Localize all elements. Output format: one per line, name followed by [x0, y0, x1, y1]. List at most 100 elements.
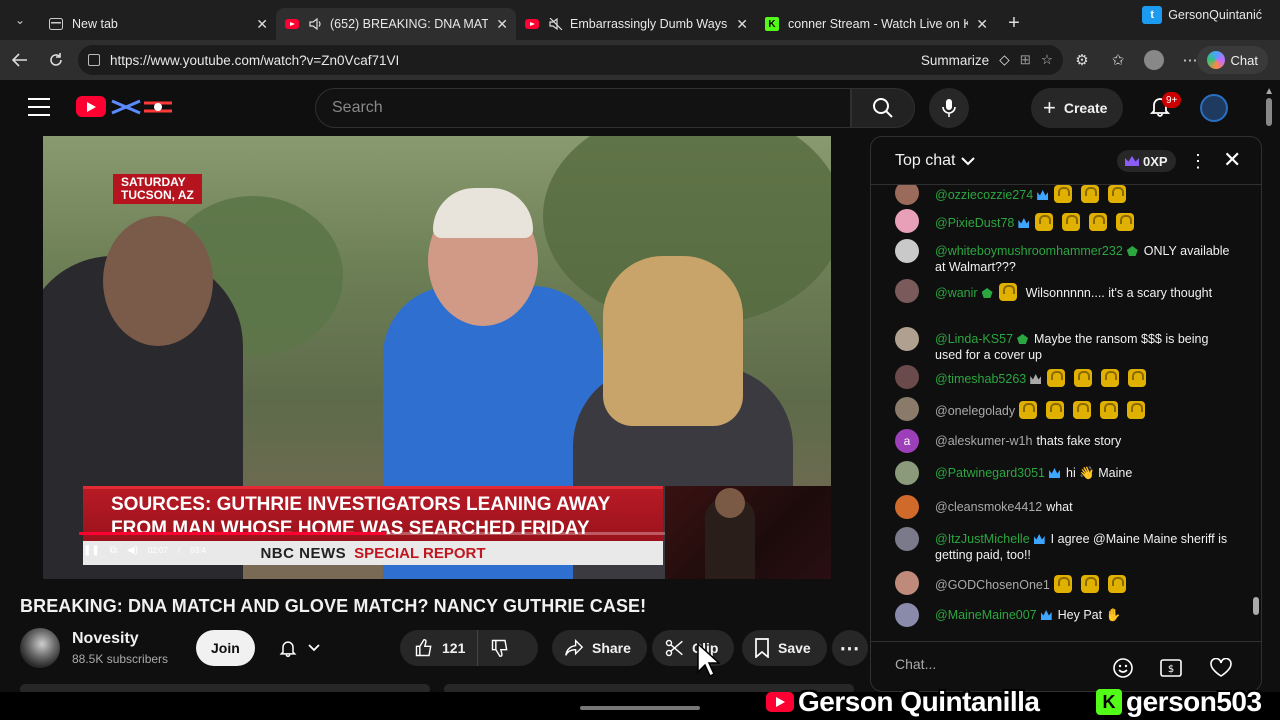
chat-user-avatar[interactable] [895, 571, 919, 595]
profile-avatar-icon[interactable] [1138, 44, 1170, 76]
channel-avatar[interactable] [20, 628, 60, 668]
favorites-icon[interactable]: ✩ [1102, 44, 1134, 76]
notification-preference-button[interactable] [270, 630, 340, 666]
close-tab-icon[interactable]: ✕ [256, 16, 268, 33]
crown-icon [1125, 156, 1139, 166]
pause-icon[interactable]: ❚❚ [83, 545, 100, 556]
close-tab-icon[interactable]: ✕ [736, 16, 748, 33]
muted-speaker-icon[interactable] [548, 16, 564, 32]
youtube-logo[interactable] [76, 96, 106, 117]
tab-title: Embarrassingly Dumb Ways P [570, 17, 729, 31]
search-input[interactable]: Search [315, 88, 851, 128]
chat-input[interactable]: Chat... [895, 656, 1105, 680]
overlay-name: Gerson Quintanilla [798, 686, 1040, 717]
youtube-doodle-logo[interactable] [110, 97, 174, 117]
close-chat-icon[interactable]: ✕ [1223, 147, 1241, 173]
copilot-chat-button[interactable]: Chat [1196, 46, 1268, 74]
thumbs-down-icon [492, 639, 508, 658]
chat-author-name[interactable]: @PixieDust78 [935, 216, 1014, 230]
chat-author-name[interactable]: @onelegolady [935, 404, 1015, 418]
super-chat-icon[interactable]: $ [1159, 656, 1183, 680]
chat-author-name[interactable]: @cleansmoke4412 [935, 500, 1042, 514]
dislike-button[interactable] [478, 638, 522, 658]
tab-youtube-active[interactable]: (652) BREAKING: DNA MATCH ✕ [276, 8, 516, 40]
chat-user-avatar[interactable] [895, 461, 919, 485]
share-button[interactable]: Share [552, 630, 647, 666]
chat-user-avatar[interactable] [895, 185, 919, 205]
plus-icon: + [1043, 95, 1056, 120]
apps-icon[interactable]: ⊞ [1020, 52, 1031, 68]
back-arrow-icon[interactable] [2, 42, 38, 78]
page-scroll-up-icon[interactable]: ▲ [1264, 86, 1274, 97]
tab-youtube-muted[interactable]: Embarrassingly Dumb Ways P ✕ [516, 8, 756, 40]
speaker-icon[interactable] [308, 16, 324, 32]
copilot-icon [1206, 51, 1225, 69]
video-progress-bar[interactable] [79, 532, 669, 535]
chat-author-name[interactable]: @Patwinegard3051 [935, 466, 1045, 480]
chat-author-name[interactable]: @whiteboymushroomhammer232 [935, 244, 1123, 258]
search-button[interactable] [851, 88, 915, 128]
chat-author-name[interactable]: @timeshab5263 [935, 372, 1026, 386]
lock-emote-icon [1107, 575, 1126, 593]
chat-author-name[interactable]: @wanir [935, 286, 978, 300]
save-button[interactable]: Save [742, 630, 827, 666]
time-total: 03:4 [190, 545, 206, 555]
volume-icon[interactable]: ◀) [127, 545, 138, 556]
tab-new-tab[interactable]: New tab ✕ [40, 8, 276, 40]
emoji-icon[interactable] [1111, 656, 1135, 680]
close-tab-icon[interactable]: ✕ [976, 16, 988, 33]
search-icon [873, 98, 893, 118]
site-info-icon[interactable] [88, 54, 100, 66]
new-tab-plus-icon[interactable]: + [996, 7, 1032, 39]
chat-user-avatar[interactable] [895, 603, 919, 627]
create-button[interactable]: + Create [1031, 88, 1124, 128]
chat-message-text: Hey Pat ✋ [1057, 608, 1122, 622]
more-actions-button[interactable]: ⋯ [832, 630, 868, 666]
chat-message-body: @PixieDust78 [935, 213, 1235, 231]
chat-author-name[interactable]: @GODChosenOne1 [935, 578, 1050, 592]
chat-author-name[interactable]: @ItzJustMichelle [935, 532, 1030, 546]
chat-user-avatar[interactable] [895, 365, 919, 389]
chat-user-avatar[interactable] [895, 527, 919, 551]
chat-user-avatar[interactable] [895, 397, 919, 421]
chat-author-name[interactable]: @MaineMaine007 [935, 608, 1037, 622]
xp-badge[interactable]: 0XP [1117, 150, 1176, 172]
chat-user-avatar[interactable] [895, 279, 919, 303]
chat-author-name[interactable]: @ozziecozzie274 [935, 188, 1033, 202]
chat-message-body: @aleskumer-w1h thats fake story [935, 433, 1235, 449]
summarize-button[interactable]: Summarize ◇ ⊞ ☆ [921, 52, 1053, 68]
account-avatar[interactable] [1200, 94, 1228, 122]
miniplayer-icon[interactable]: ⧉ [110, 545, 117, 556]
profile-tab[interactable]: t GersonQuintanić [1142, 6, 1262, 24]
chat-author-name[interactable]: @aleskumer-w1h [935, 434, 1032, 448]
video-player[interactable]: SATURDAY TUCSON, AZ SOURCES: GUTHRIE INV… [43, 136, 831, 579]
refresh-icon[interactable] [38, 42, 74, 78]
chip-location: TUCSON, AZ [121, 188, 194, 202]
chat-user-avatar[interactable] [895, 209, 919, 233]
heart-icon[interactable] [1209, 656, 1233, 680]
chat-scrollbar-thumb[interactable] [1253, 597, 1259, 615]
more-vertical-icon[interactable]: ⋮ [1189, 151, 1207, 172]
tab-kick-stream[interactable]: K conner Stream - Watch Live on Kic ✕ [756, 8, 996, 40]
home-indicator [580, 706, 700, 710]
member-badge-icon [1033, 534, 1045, 544]
close-tab-icon[interactable]: ✕ [496, 16, 508, 33]
chat-mode-dropdown[interactable]: Top chat [895, 152, 976, 170]
channel-name[interactable]: Novesity [72, 630, 139, 648]
favorite-star-icon[interactable]: ☆ [1041, 52, 1053, 68]
url-field[interactable]: https://www.youtube.com/watch?v=Zn0Vcaf7… [78, 45, 1063, 75]
tab-actions-menu-icon[interactable]: ⌄ [0, 0, 40, 40]
chat-user-avatar[interactable] [895, 239, 919, 263]
extensions-icon[interactable]: ⚙ [1066, 44, 1098, 76]
clip-button[interactable]: Clip [652, 630, 735, 666]
member-badge-icon [1040, 610, 1052, 620]
page-scrollbar-thumb[interactable] [1266, 98, 1272, 126]
voice-search-button[interactable] [929, 88, 969, 128]
chat-user-avatar[interactable] [895, 327, 919, 351]
like-button[interactable]: 121 [400, 630, 479, 666]
chat-user-avatar[interactable]: a [895, 429, 919, 453]
join-button[interactable]: Join [196, 630, 255, 666]
menu-hamburger-icon[interactable] [28, 98, 50, 116]
chat-author-name[interactable]: @Linda-KS57 [935, 332, 1013, 346]
chat-user-avatar[interactable] [895, 495, 919, 519]
